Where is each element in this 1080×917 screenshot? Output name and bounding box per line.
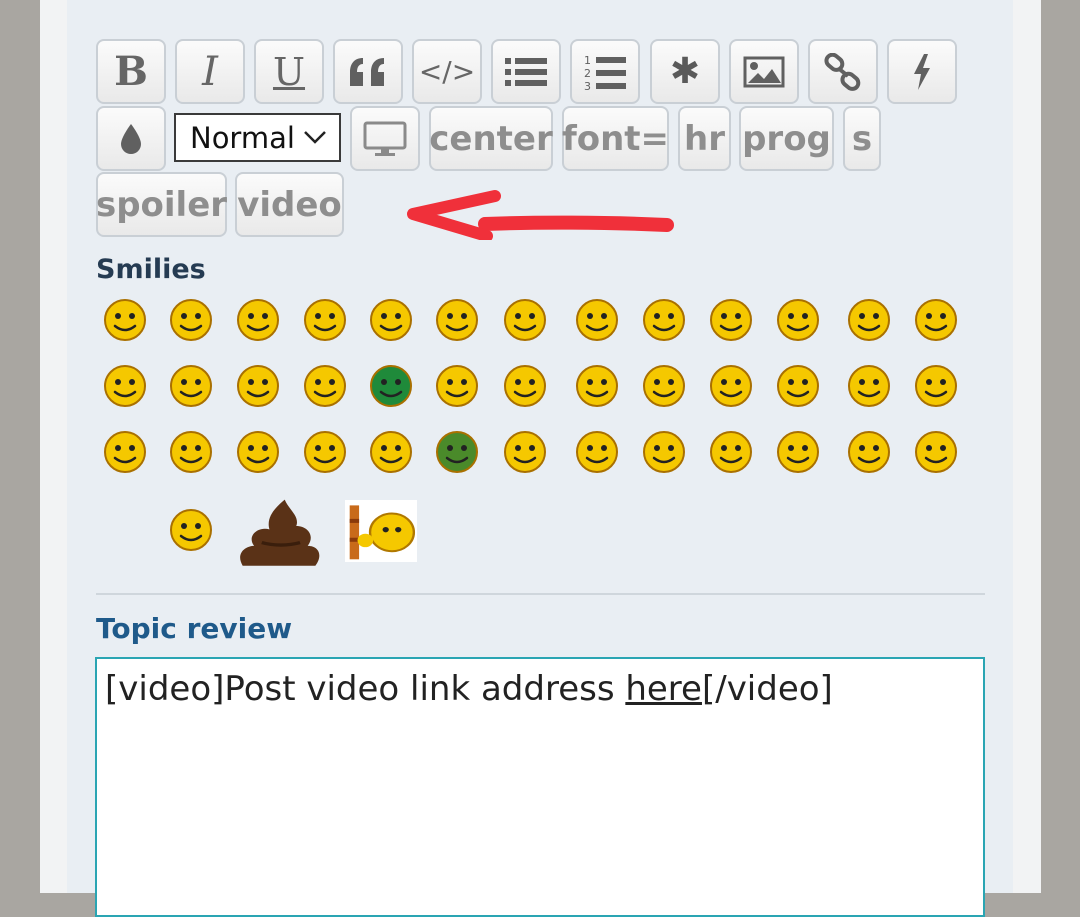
bold-button[interactable]: B [96, 39, 166, 104]
smiley-laughing-icon[interactable] [235, 363, 281, 409]
flash-icon [914, 53, 930, 90]
smiley-nerd-beard-icon[interactable] [775, 297, 821, 343]
smiley-evil-icon[interactable] [913, 297, 959, 343]
underline-icon: U [272, 49, 306, 94]
image-button[interactable] [729, 39, 799, 104]
font-size-select[interactable]: Normal [174, 113, 341, 162]
red-arrow-annotation [407, 190, 674, 240]
code-icon: </> [418, 55, 476, 88]
smiley-geek-icon[interactable] [502, 297, 548, 343]
asterisk-icon: ✱ [669, 51, 701, 92]
italic-button[interactable]: I [175, 39, 245, 104]
message-textarea[interactable]: [video]Post video link address here[/vid… [95, 657, 985, 917]
smiley-rolling-eyes-icon[interactable] [846, 297, 892, 343]
bullet-list-button[interactable] [491, 39, 561, 104]
italic-icon: I [202, 48, 218, 95]
smiley-tied-mouth-icon[interactable] [502, 429, 548, 475]
bold-icon: B [114, 48, 148, 95]
font-button[interactable]: font= [562, 106, 669, 171]
smiley-exclamation-icon[interactable] [102, 363, 148, 409]
smiley-eyes-up-icon[interactable] [574, 363, 620, 409]
smiley-glasses-nerd-icon[interactable] [913, 429, 959, 475]
smiley-smug-icon[interactable] [235, 429, 281, 475]
smilies-heading: Smilies [96, 254, 206, 285]
list-item-button[interactable]: ✱ [650, 39, 720, 104]
smiley-green-grin-icon[interactable] [368, 363, 414, 409]
smiley-razz-icon[interactable] [775, 363, 821, 409]
smiley-innocent-icon[interactable] [708, 363, 754, 409]
smiley-cool-icon[interactable] [235, 297, 281, 343]
color-button[interactable] [96, 106, 166, 171]
prog-button[interactable]: prog [739, 106, 834, 171]
smiley-waving-icon[interactable] [846, 429, 892, 475]
smiley-blank-stare-icon[interactable] [368, 429, 414, 475]
smiley-eyeroll-icon[interactable] [913, 363, 959, 409]
chevron-down-icon [304, 131, 326, 144]
image-icon [743, 56, 785, 87]
smiley-pensive-icon[interactable] [168, 507, 214, 553]
center-button[interactable]: center [429, 106, 553, 171]
spoiler-button[interactable]: spoiler [96, 172, 227, 237]
smiley-neutral-grin-icon[interactable] [368, 297, 414, 343]
smiley-question-icon[interactable] [434, 363, 480, 409]
message-text: [video]Post video link address here[/vid… [105, 669, 833, 709]
link-icon [824, 52, 861, 91]
numbered-list-button[interactable]: 123 [570, 39, 640, 104]
divider [96, 593, 985, 595]
svg-text:2: 2 [584, 67, 591, 80]
quote-button[interactable] [333, 39, 403, 104]
svg-text:1: 1 [584, 54, 591, 67]
list-icon [505, 57, 547, 86]
monitor-icon [363, 121, 407, 156]
flash-button[interactable] [887, 39, 957, 104]
smiley-big-grin-icon[interactable] [102, 297, 148, 343]
smiley-mad-shhh-icon[interactable] [574, 429, 620, 475]
video-button[interactable]: video [235, 172, 344, 237]
smiley-worried-icon[interactable] [434, 297, 480, 343]
font-size-selected: Normal [190, 120, 295, 155]
smiley-crying-icon[interactable] [846, 363, 892, 409]
smiley-arrow-icon[interactable] [168, 297, 214, 343]
smiley-surprised-icon[interactable] [641, 297, 687, 343]
svg-text:3: 3 [584, 80, 591, 91]
hr-button[interactable]: hr [678, 106, 731, 171]
smiley-sad-icon[interactable] [708, 297, 754, 343]
quote-icon [350, 57, 384, 86]
smiley-wink-icon[interactable] [574, 297, 620, 343]
smiley-shocked-icon[interactable] [502, 363, 548, 409]
smiley-confused-frown-icon[interactable] [302, 297, 348, 343]
smiley-angry-grin-icon[interactable] [302, 363, 348, 409]
smiley-poop-icon[interactable] [235, 493, 323, 569]
code-button[interactable]: </> [412, 39, 482, 104]
droplet-icon [121, 123, 141, 154]
smiley-sick-icon[interactable] [434, 429, 480, 475]
numbered-list-icon: 123 [584, 54, 626, 91]
smiley-thumbs-up-icon[interactable] [708, 429, 754, 475]
topic-review-heading: Topic review [96, 612, 293, 645]
here-link[interactable]: here [625, 669, 702, 709]
strike-button[interactable]: s [843, 106, 881, 171]
monitor-button[interactable] [350, 106, 420, 171]
underline-button[interactable]: U [254, 39, 324, 104]
smiley-thumbs-down-icon[interactable] [641, 429, 687, 475]
smiley-bang-head-icon[interactable] [345, 500, 417, 562]
smiley-silent-finger-icon[interactable] [302, 429, 348, 475]
smiley-twisted-evil-icon[interactable] [641, 363, 687, 409]
smiley-mrgreen-neutral-icon[interactable] [168, 429, 214, 475]
link-button[interactable] [808, 39, 878, 104]
smiley-idea-icon[interactable] [168, 363, 214, 409]
smiley-thinking-icon[interactable] [102, 429, 148, 475]
smiley-straight-icon[interactable] [775, 429, 821, 475]
